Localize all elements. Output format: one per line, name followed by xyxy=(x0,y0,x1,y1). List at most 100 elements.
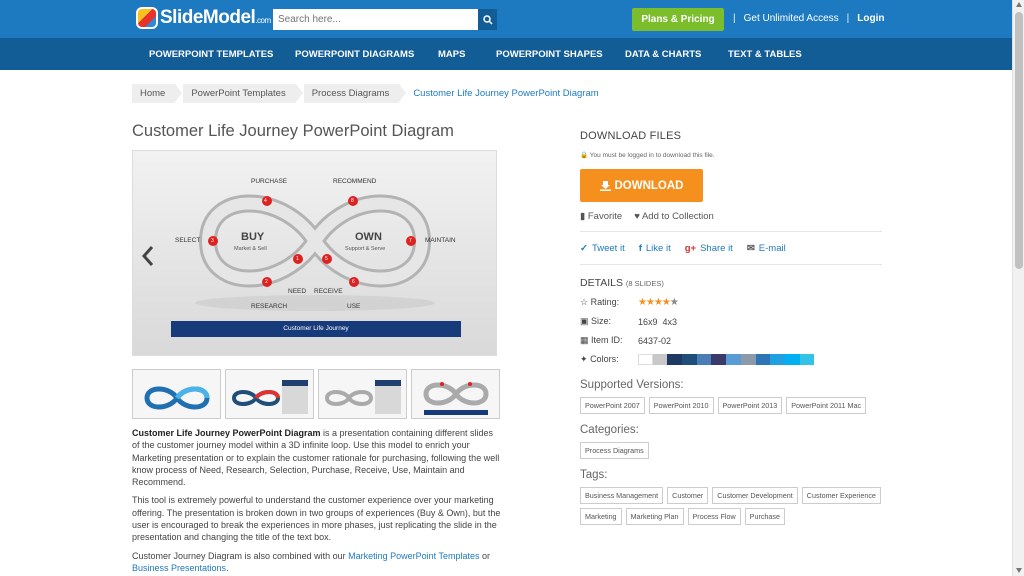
unlimited-access-link[interactable]: Get Unlimited Access xyxy=(744,13,839,24)
tweet-label: Tweet it xyxy=(591,242,625,254)
nav-powerpoint-templates[interactable]: POWERPOINT TEMPLATES xyxy=(149,49,273,60)
google-plus-icon: g+ xyxy=(684,242,697,254)
nav-powerpoint-diagrams[interactable]: POWERPOINT DIAGRAMS xyxy=(295,49,414,60)
breadcrumb-powerpoint-templates[interactable]: PowerPoint Templates xyxy=(183,84,304,103)
tag-item[interactable]: Marketing xyxy=(580,508,622,525)
supported-versions-list: PowerPoint 2007 PowerPoint 2010 PowerPoi… xyxy=(580,397,882,414)
logo-text: SlideModel xyxy=(160,7,256,28)
color-swatch xyxy=(652,354,668,365)
palette-icon: ✦ xyxy=(580,354,588,364)
step-number: 4 xyxy=(264,198,267,204)
search-button[interactable] xyxy=(478,9,497,30)
tag-item[interactable]: Process Flow xyxy=(687,508,741,525)
nav-data-charts[interactable]: DATA & CHARTS xyxy=(625,49,701,60)
breadcrumb-current[interactable]: Customer Life Journey PowerPoint Diagram xyxy=(413,88,598,99)
label-use: USE xyxy=(347,303,361,310)
size-value: 16x9 4x3 xyxy=(638,316,678,327)
version-tag[interactable]: PowerPoint 2011 Mac xyxy=(786,397,867,414)
bookmark-icon: ▮ xyxy=(580,211,586,222)
tags-title: Tags: xyxy=(580,469,608,481)
scroll-up-icon[interactable] xyxy=(1016,2,1022,7)
page-scrollbar[interactable] xyxy=(1012,0,1024,576)
login-required-text: You must be logged in to download this f… xyxy=(589,152,715,159)
tag-item[interactable]: Customer xyxy=(667,487,709,504)
tag-item[interactable]: Purchase xyxy=(744,508,786,525)
download-button[interactable]: DOWNLOAD xyxy=(580,169,703,202)
categories-title: Categories: xyxy=(580,424,639,436)
label-need: NEED xyxy=(288,288,307,295)
google-share-button[interactable]: g+ Share it xyxy=(685,243,733,254)
label-own-sub: Support & Serve xyxy=(345,246,386,252)
color-swatch xyxy=(638,354,653,365)
step-number: 3 xyxy=(211,238,214,244)
preview-image[interactable]: 4 8 3 7 1 5 2 6 PURCHASE RECOMMEND SELEC… xyxy=(132,150,497,356)
version-tag[interactable]: PowerPoint 2010 xyxy=(648,397,714,414)
tag-item[interactable]: Business Management xyxy=(580,487,664,504)
category-tag[interactable]: Process Diagrams xyxy=(580,442,649,459)
scroll-down-icon[interactable] xyxy=(1016,568,1022,573)
search-icon xyxy=(482,14,493,25)
share-row: ✓ Tweet it f Like it g+ Share it ✉ E-mail xyxy=(580,241,882,255)
marketing-templates-link[interactable]: Marketing PowerPoint Templates xyxy=(348,551,479,561)
chevron-left-icon xyxy=(141,246,154,266)
thumbnail-preview xyxy=(226,370,313,418)
prev-slide-button[interactable] xyxy=(141,245,155,272)
login-link[interactable]: Login xyxy=(857,13,884,24)
scroll-thumb[interactable] xyxy=(1015,12,1023,269)
star-icon: ★ xyxy=(661,297,671,308)
business-presentations-link[interactable]: Business Presentations xyxy=(132,563,226,573)
breadcrumb-process-diagrams[interactable]: Process Diagrams xyxy=(303,84,406,103)
description-text: or xyxy=(479,550,491,561)
star-icon: ★ xyxy=(669,297,679,308)
slide-thumbnail[interactable] xyxy=(225,369,314,419)
tweet-button[interactable]: ✓ Tweet it xyxy=(580,243,625,254)
logo[interactable]: SlideModel.com xyxy=(136,7,271,29)
share-label: Share it xyxy=(700,242,733,254)
size-label-wrap: ▣ Size: xyxy=(580,316,638,327)
like-button[interactable]: f Like it xyxy=(639,243,671,254)
version-tag[interactable]: PowerPoint 2013 xyxy=(717,397,783,414)
search-box xyxy=(273,9,497,30)
email-label: E-mail xyxy=(758,242,786,254)
download-panel: DOWNLOAD FILES 🔒 You must be logged in t… xyxy=(580,130,882,525)
tag-item[interactable]: Customer Development xyxy=(712,487,798,504)
favorite-label: Favorite xyxy=(587,211,623,222)
rating-label-wrap: ☆ Rating: xyxy=(580,297,638,308)
nav-text-tables[interactable]: TEXT & TABLES xyxy=(728,49,802,60)
nav-powerpoint-shapes[interactable]: POWERPOINT SHAPES xyxy=(496,49,603,60)
color-swatch xyxy=(682,354,697,365)
slide-thumbnail[interactable] xyxy=(132,369,221,419)
like-label: Like it xyxy=(645,242,671,254)
description-lead: Customer Life Journey PowerPoint Diagram xyxy=(132,428,321,438)
main-nav: POWERPOINT TEMPLATES POWERPOINT DIAGRAMS… xyxy=(0,38,1012,70)
tag-item[interactable]: Marketing Plan xyxy=(625,508,684,525)
product-description: Customer Life Journey PowerPoint Diagram… xyxy=(132,427,502,576)
separator: | xyxy=(846,13,850,24)
nav-maps[interactable]: MAPS xyxy=(438,49,465,60)
favorite-button[interactable]: ▮ Favorite xyxy=(580,211,622,222)
star-icon: ★ xyxy=(638,297,647,308)
description-paragraph: Customer Life Journey PowerPoint Diagram… xyxy=(132,427,502,488)
facebook-icon: f xyxy=(638,242,642,254)
label-buy-sub: Market & Sell xyxy=(234,246,267,252)
label-purchase: PURCHASE xyxy=(251,178,288,185)
slide-thumbnail[interactable] xyxy=(411,369,500,419)
email-button[interactable]: ✉ E-mail xyxy=(747,243,786,254)
label-maintain: MAINTAIN xyxy=(425,237,456,244)
thumbnail-preview xyxy=(133,370,220,418)
add-to-collection-button[interactable]: ♥ Add to Collection xyxy=(634,211,714,222)
label-buy: BUY xyxy=(241,231,265,243)
slide-thumbnail[interactable] xyxy=(318,369,407,419)
download-icon xyxy=(599,181,611,191)
page-title: Customer Life Journey PowerPoint Diagram xyxy=(132,122,454,140)
version-tag[interactable]: PowerPoint 2007 xyxy=(580,397,645,414)
download-title: DOWNLOAD FILES xyxy=(580,130,682,142)
color-swatch xyxy=(711,354,727,365)
tag-item[interactable]: Customer Experience xyxy=(801,487,881,504)
plans-pricing-button[interactable]: Plans & Pricing xyxy=(632,8,724,31)
rating-stars: ★★★★★ xyxy=(638,297,679,308)
monitor-icon: ▣ xyxy=(580,316,589,326)
breadcrumb-home[interactable]: Home xyxy=(132,84,183,103)
star-outline-icon: ☆ xyxy=(580,297,589,307)
search-input[interactable] xyxy=(273,9,478,30)
